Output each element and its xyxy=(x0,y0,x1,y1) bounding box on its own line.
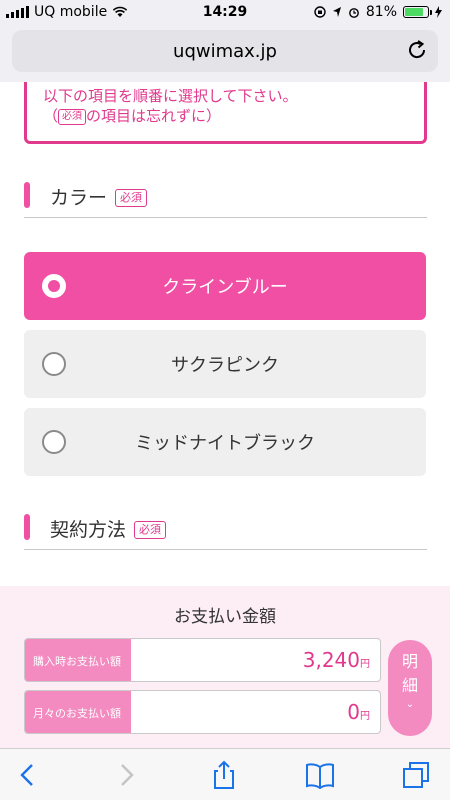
color-option-label: クラインブルー xyxy=(162,277,288,298)
battery-percent: 81% xyxy=(365,4,397,20)
color-option-label: サクラピンク xyxy=(171,355,279,376)
required-badge: 必須 xyxy=(115,189,148,207)
color-section-header: カラー 必須 xyxy=(24,178,427,218)
monthly-payment-label: 月々のお支払い額 xyxy=(25,691,131,733)
page-content: 以下の項目を順番に選択して下さい。 （必須 の項目は忘れずに） カラー 必須 クライ… xyxy=(0,82,450,586)
address-bar[interactable]: uqwimax.jp xyxy=(12,30,438,72)
browser-address-area: uqwimax.jp xyxy=(0,24,450,82)
contract-section-header: 契約方法 必須 xyxy=(24,510,427,550)
share-icon[interactable] xyxy=(208,759,240,791)
tabs-icon[interactable] xyxy=(400,759,432,791)
detail-label-2: 細 xyxy=(401,676,418,695)
contract-section-title: 契約方法 xyxy=(50,519,127,541)
notice-line-2-text: の項目は忘れずに） xyxy=(86,107,222,125)
color-section-title-wrap: カラー 必須 xyxy=(50,183,148,210)
color-option-label: ミッドナイトブラック xyxy=(135,433,315,454)
section-marker xyxy=(24,514,30,540)
purchase-payment-row: 購入時お支払い額 3,240円 xyxy=(24,638,381,682)
url-text: uqwimax.jp xyxy=(173,41,277,62)
location-icon xyxy=(332,7,341,17)
browser-toolbar xyxy=(0,748,450,800)
reload-icon[interactable] xyxy=(406,39,428,61)
currency-unit: 円 xyxy=(360,711,370,722)
charging-icon xyxy=(435,6,442,18)
chevron-down-icon: ⌄ xyxy=(405,699,415,710)
monthly-payment-value: 0 xyxy=(347,700,360,724)
back-icon[interactable] xyxy=(12,759,44,791)
required-badge: 必須 xyxy=(58,108,87,125)
purchase-payment-label: 購入時お支払い額 xyxy=(25,639,131,681)
monthly-payment-value-wrap: 0円 xyxy=(347,700,370,724)
purchase-payment-value-wrap: 3,240円 xyxy=(303,648,370,672)
notice-line-1: 以下の項目を順番に選択して下さい。 xyxy=(43,87,298,105)
currency-unit: 円 xyxy=(360,659,370,670)
color-option-klein-blue[interactable]: クラインブルー xyxy=(24,252,426,320)
color-section-title: カラー xyxy=(50,187,108,209)
notice-paren: （ xyxy=(43,107,59,125)
purchase-payment-value: 3,240 xyxy=(302,648,360,672)
color-option-sakura-pink[interactable]: サクラピンク xyxy=(24,330,426,398)
contract-section-title-wrap: 契約方法 必須 xyxy=(50,515,167,542)
payment-title: お支払い金額 xyxy=(174,607,276,627)
rotation-lock-icon xyxy=(314,6,326,18)
payment-details-button[interactable]: 明 細 ⌄ xyxy=(388,640,432,736)
bookmarks-icon[interactable] xyxy=(304,759,336,791)
instruction-notice: 以下の項目を順番に選択して下さい。 （必須 の項目は忘れずに） xyxy=(24,82,427,144)
payment-summary-panel: お支払い金額 購入時お支払い額 3,240円 月々のお支払い額 0円 明 細 ⌄ xyxy=(0,586,450,748)
notice-line-2: （必須 の項目は忘れずに） xyxy=(43,106,408,126)
detail-label-1: 明 xyxy=(401,652,418,671)
alarm-icon xyxy=(348,8,359,18)
color-option-midnight-black[interactable]: ミッドナイトブラック xyxy=(24,408,426,476)
forward-icon[interactable] xyxy=(110,759,142,791)
battery-icon xyxy=(403,6,432,18)
status-bar: UQ mobile 14:29 81% xyxy=(0,0,450,24)
monthly-payment-row: 月々のお支払い額 0円 xyxy=(24,690,381,734)
required-badge: 必須 xyxy=(134,521,167,539)
section-marker xyxy=(24,182,30,208)
